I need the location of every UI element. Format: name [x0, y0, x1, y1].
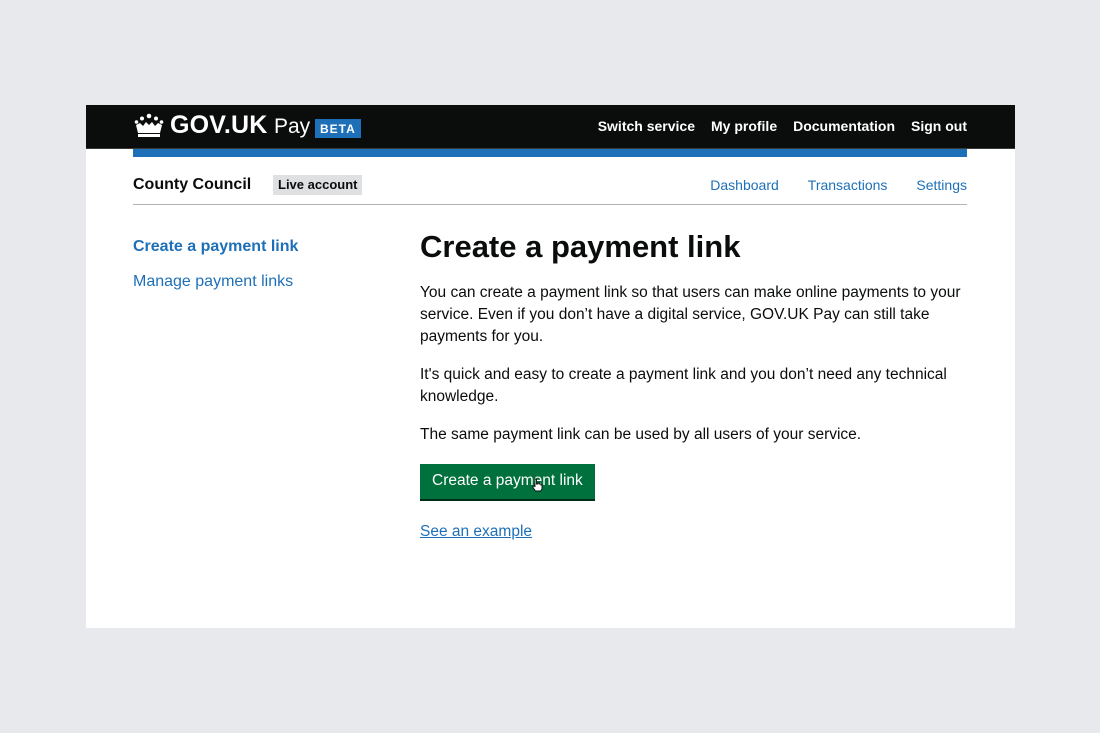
- my-profile-link[interactable]: My profile: [711, 118, 777, 134]
- govuk-logo-text[interactable]: GOV.UK: [170, 111, 268, 140]
- header-nav: Switch service My profile Documentation …: [598, 118, 967, 134]
- intro-paragraph: You can create a payment link so that us…: [420, 284, 961, 345]
- info-paragraph: It's quick and easy to create a payment …: [420, 366, 947, 405]
- main-content: Create a payment link You can create a p…: [420, 228, 970, 541]
- settings-link[interactable]: Settings: [916, 177, 967, 193]
- usage-paragraph: The same payment link can be used by all…: [420, 426, 862, 443]
- page-title: Create a payment link: [420, 229, 741, 264]
- create-payment-link-button[interactable]: Create a payment link: [420, 464, 595, 499]
- govuk-header: GOV.UK Pay BETA Switch service My profil…: [86, 105, 1015, 149]
- product-name: Pay: [274, 115, 311, 138]
- account-status-tag: Live account: [273, 175, 363, 195]
- header-blue-stripe: [133, 149, 967, 157]
- app-window: GOV.UK Pay BETA Switch service My profil…: [86, 105, 1015, 628]
- service-nav-divider: [133, 204, 967, 205]
- sign-out-link[interactable]: Sign out: [911, 118, 967, 134]
- crown-icon: [133, 113, 165, 144]
- sidebar-item-manage-payment-links[interactable]: Manage payment links: [133, 272, 298, 291]
- see-example-link[interactable]: See an example: [420, 523, 970, 541]
- dashboard-link[interactable]: Dashboard: [710, 177, 779, 193]
- side-navigation: Create a payment link Manage payment lin…: [133, 237, 298, 307]
- phase-tag: BETA: [315, 119, 361, 138]
- service-nav: Dashboard Transactions Settings: [710, 177, 967, 193]
- transactions-link[interactable]: Transactions: [808, 177, 888, 193]
- switch-service-link[interactable]: Switch service: [598, 118, 695, 134]
- create-payment-link-button-label: Create a payment link: [432, 472, 583, 489]
- service-name: County Council: [133, 176, 252, 193]
- sidebar-item-create-payment-link[interactable]: Create a payment link: [133, 237, 298, 256]
- hand-cursor-icon: [532, 478, 543, 498]
- documentation-link[interactable]: Documentation: [793, 118, 895, 134]
